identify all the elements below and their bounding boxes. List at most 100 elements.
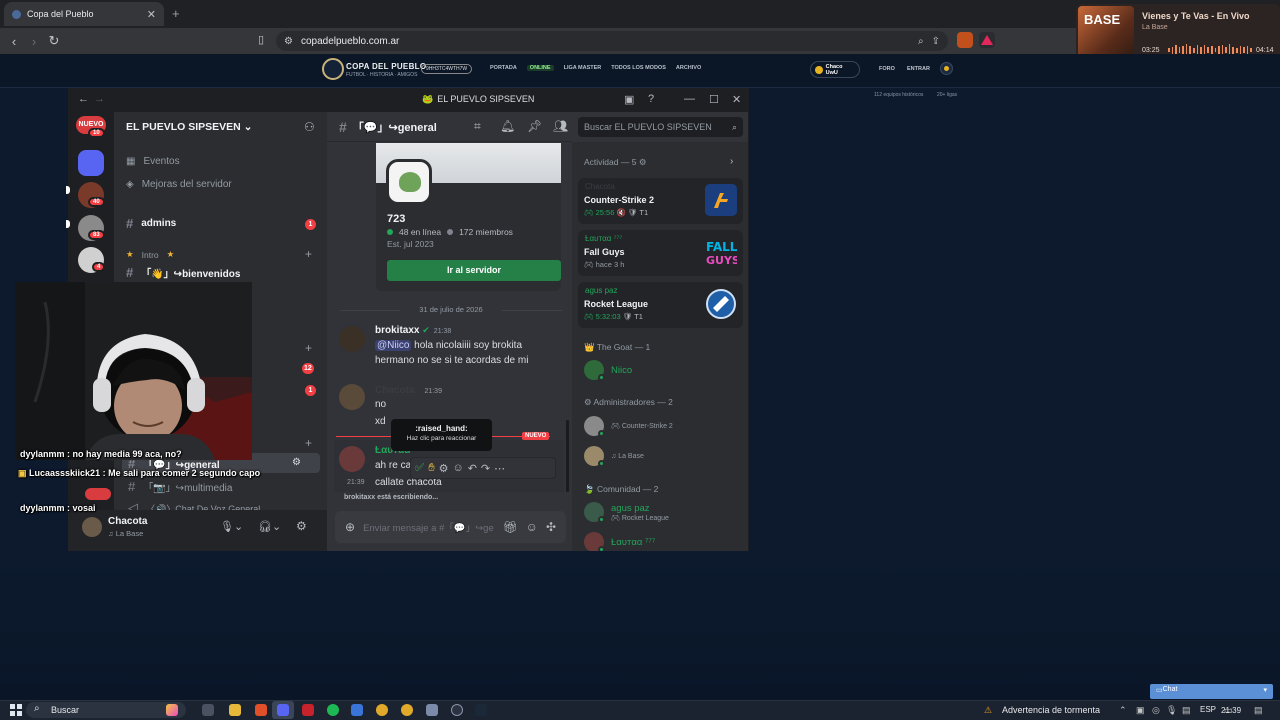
member-row[interactable]: Ƚαυтαα ⁷⁷⁷ <box>584 532 655 553</box>
app-icon[interactable] <box>351 704 363 716</box>
maximize-icon[interactable]: ☐ <box>709 93 719 106</box>
user-mention[interactable]: @Niico <box>375 340 412 351</box>
attach-plus-icon[interactable]: ⊕ <box>345 520 355 534</box>
site-user-chip[interactable]: Chaco UwU <box>810 61 860 78</box>
raised-hand-reaction-icon[interactable]: ✋︎ <box>428 462 434 475</box>
back-icon[interactable]: ‹ <box>4 34 24 49</box>
mic-tray-icon[interactable]: 🎙︎ <box>1166 705 1177 716</box>
tab-close-icon[interactable]: ✕ <box>147 8 156 21</box>
activity-card[interactable]: Chacota Counter-Strike 2 🎮︎ 25:56 🔇 🛡 T1 <box>578 178 743 224</box>
share-icon[interactable]: ⇪ <box>932 36 940 47</box>
tray-app-icon[interactable]: ▤ <box>1182 705 1191 716</box>
discord-back-icon[interactable]: ← <box>78 93 89 105</box>
channel-multimedia[interactable]: # 「📷」↪multimedia <box>128 479 232 494</box>
member-row[interactable]: 🎮︎ Counter-Strike 2 <box>584 416 673 437</box>
author-avatar[interactable] <box>339 446 365 472</box>
add-channel-icon[interactable]: + <box>305 341 312 355</box>
chrome-profile-icon[interactable] <box>401 704 413 716</box>
server-name[interactable]: EL PUEVLO SIPSEVEN ⌄ <box>126 121 252 133</box>
nav-liga-master[interactable]: LIGA MASTER <box>564 65 602 71</box>
news-app-icon[interactable] <box>302 704 314 716</box>
tray-app-icon[interactable]: ◎ <box>1152 705 1160 716</box>
add-channel-icon[interactable]: + <box>305 247 312 261</box>
spotify-icon[interactable] <box>327 704 339 716</box>
bookmark-icon[interactable]: ▯ <box>258 33 264 46</box>
chat-widget-button[interactable]: ▭ Chat ▾ <box>1150 684 1273 699</box>
discord-icon[interactable] <box>277 704 289 716</box>
member-list-icon[interactable]: 👥︎ <box>553 119 568 133</box>
headphones-icon[interactable]: 🎧︎⌄ <box>258 520 281 533</box>
tray-app-icon[interactable]: ▣ <box>1136 705 1145 716</box>
member-row[interactable]: agus paz 🎮︎ Rocket League <box>584 502 669 523</box>
channel-bienvenidos[interactable]: # 「👋」↪bienvenidos <box>126 265 240 280</box>
invite-people-icon[interactable]: ⚇ <box>304 120 315 134</box>
brave-icon[interactable] <box>255 704 267 716</box>
emoji-icon[interactable]: ☺ <box>526 520 538 534</box>
author-avatar[interactable] <box>339 384 365 410</box>
chevron-right-icon[interactable]: › <box>730 156 733 167</box>
windows-start-icon[interactable] <box>10 704 22 716</box>
theme-toggle-icon[interactable] <box>940 62 953 75</box>
chrome-icon[interactable] <box>376 704 388 716</box>
message-composer[interactable]: ⊕ Enviar mensaje a #「💬」↪general 🎁︎ ☺ ✣ <box>335 511 566 543</box>
nav-online[interactable]: ONLINE <box>526 65 554 71</box>
more-icon[interactable]: ⋯ <box>494 462 505 475</box>
discord-forward-icon[interactable]: → <box>94 93 105 105</box>
forward-icon[interactable]: › <box>24 34 44 49</box>
nav-portada[interactable]: PORTADA <box>490 65 517 71</box>
address-bar[interactable]: ⚙ copadelpueblo.com.ar ⌕ ⇪ <box>276 31 948 51</box>
steam-icon[interactable] <box>475 704 487 716</box>
task-view-icon[interactable] <box>202 704 214 716</box>
threads-icon[interactable]: ⌗ <box>474 119 481 134</box>
nav-entrar[interactable]: ENTRAR <box>907 66 930 72</box>
go-to-server-button[interactable]: Ir al servidor <box>387 260 561 281</box>
site-logo-icon[interactable] <box>322 58 344 80</box>
pin-icon[interactable]: 📌︎ <box>527 119 542 133</box>
gear-reaction-icon[interactable]: ⚙ <box>439 462 449 475</box>
new-tab-icon[interactable]: + <box>172 6 180 21</box>
channel-settings-icon[interactable]: ⚙ <box>292 457 301 468</box>
member-row[interactable]: ♫ La Base <box>584 446 644 467</box>
gift-icon[interactable]: 🎁︎ <box>502 520 517 534</box>
reply-icon[interactable]: ↶ <box>468 462 477 475</box>
message-input[interactable]: Enviar mensaje a #「💬」↪general <box>363 520 494 534</box>
brave-shield-icon[interactable] <box>957 32 973 48</box>
add-reaction-icon[interactable]: ☺ <box>452 462 463 474</box>
copilot-icon[interactable] <box>166 704 178 716</box>
taskbar-search[interactable] <box>26 702 186 718</box>
nav-archivo[interactable]: ARCHIVO <box>676 65 701 71</box>
site-logo-title[interactable]: COPA DEL PUEBLO <box>346 62 426 71</box>
warning-icon[interactable]: ⚠ <box>984 705 992 716</box>
channel-admins[interactable]: # admins <box>126 216 176 231</box>
member-row[interactable]: Niico <box>584 360 632 381</box>
reload-icon[interactable]: ↻ <box>44 33 64 49</box>
minimize-icon[interactable]: — <box>684 93 695 105</box>
notifications-icon[interactable]: ▤ <box>1254 705 1263 716</box>
chat-scrollbar[interactable] <box>566 420 569 492</box>
site-info-icon[interactable]: ⚙ <box>284 36 293 47</box>
check-reaction-icon[interactable]: ✅︎ <box>415 462 424 475</box>
author-name[interactable]: brokitaxx <box>375 325 419 336</box>
tray-chevron-icon[interactable]: ⌃ <box>1119 705 1127 716</box>
nav-foro[interactable]: FORO <box>879 66 895 72</box>
add-channel-icon[interactable]: + <box>305 436 312 450</box>
close-icon[interactable]: ✕ <box>732 93 741 106</box>
events-link[interactable]: ▦ Eventos <box>126 156 180 167</box>
mic-icon[interactable]: 🎙︎⌄ <box>220 520 243 533</box>
guild-home-icon[interactable] <box>78 150 104 176</box>
zoom-icon[interactable]: ⌕ <box>918 36 924 47</box>
browser-tab[interactable]: Copa del Pueblo ✕ <box>4 2 164 26</box>
file-explorer-icon[interactable] <box>229 704 241 716</box>
author-avatar[interactable] <box>339 326 365 352</box>
bell-icon[interactable]: 🔔︎ <box>500 119 515 133</box>
app-icon[interactable] <box>426 704 438 716</box>
author-name[interactable]: Chacota <box>375 385 414 396</box>
activity-card[interactable]: agus paz Rocket League 🎮︎ 5:32:03 🛡 T1 <box>578 282 743 328</box>
language-indicator[interactable]: ESP <box>1200 705 1216 714</box>
help-icon[interactable]: ? <box>648 93 654 105</box>
category-intro[interactable]: ★ Intro ★ <box>126 249 174 260</box>
apps-icon[interactable]: ✣ <box>546 520 556 534</box>
user-avatar[interactable] <box>82 517 102 537</box>
weather-text[interactable]: Advertencia de tormenta <box>1002 705 1100 715</box>
app-icon[interactable] <box>451 704 463 716</box>
